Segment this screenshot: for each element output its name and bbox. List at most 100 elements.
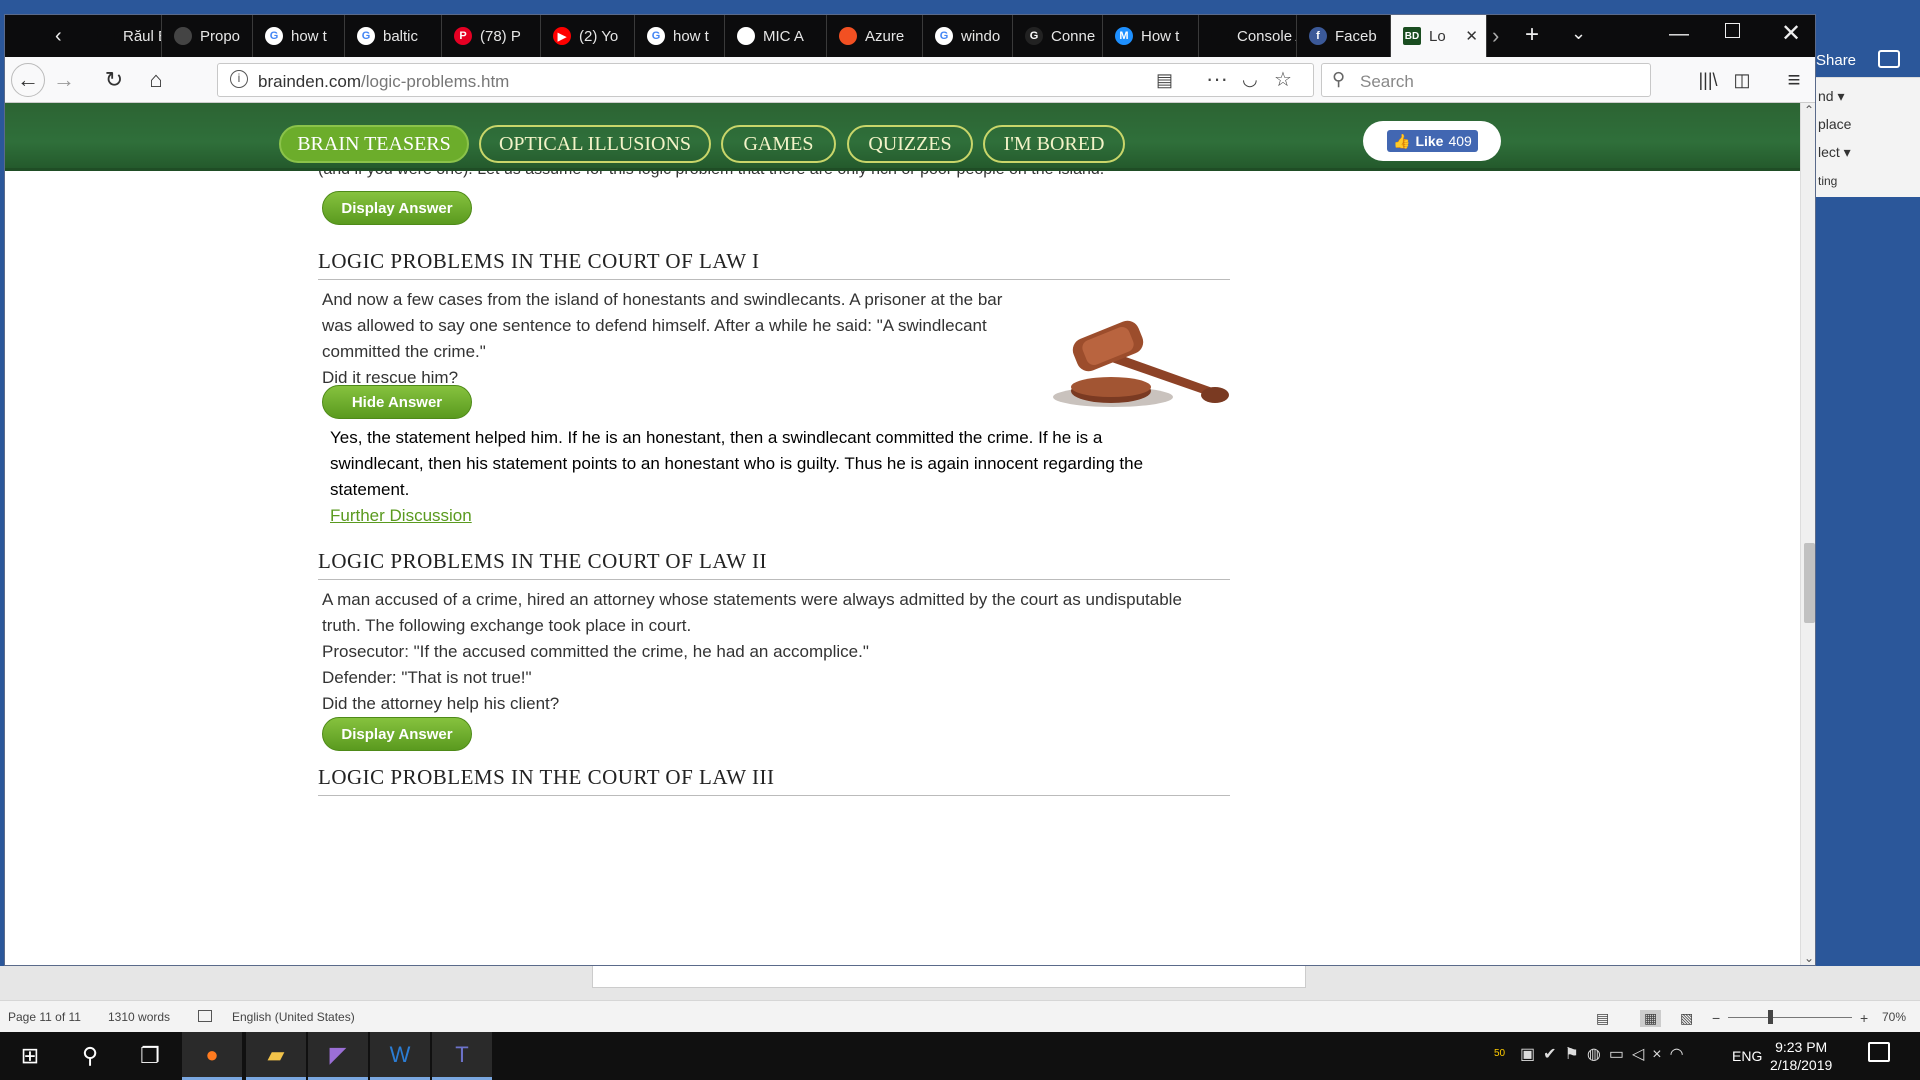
nav-im-bored[interactable]: I'M BORED <box>983 125 1125 163</box>
page-scrollbar[interactable]: ⌃ ⌄ <box>1800 103 1815 965</box>
zoom-out-button[interactable]: − <box>1712 1010 1720 1026</box>
site-info-icon[interactable]: i <box>230 70 248 88</box>
word-ribbon-item[interactable]: place <box>1818 116 1851 132</box>
file-explorer-icon[interactable]: ▰ <box>246 1032 306 1080</box>
browser-tab[interactable]: M How t <box>1103 15 1199 57</box>
nav-brain-teasers[interactable]: BRAIN TEASERS <box>279 125 469 163</box>
word-page <box>592 966 1306 988</box>
gavel-image <box>1053 320 1229 407</box>
scroll-down-icon[interactable]: ⌄ <box>1804 951 1814 965</box>
search-bar[interactable]: ⚲ Search <box>1321 63 1651 97</box>
sidebar-icon[interactable]: ◫ <box>1727 65 1757 95</box>
chevron-right-icon[interactable]: › <box>1492 23 1499 49</box>
language-status[interactable]: English (United States) <box>232 1010 355 1024</box>
scroll-up-icon[interactable]: ⌃ <box>1804 103 1814 117</box>
library-icon[interactable]: |||\ <box>1693 65 1723 95</box>
word-ribbon: nd ▾ place lect ▾ ting <box>1816 77 1920 197</box>
further-discussion-link[interactable]: Further Discussion <box>330 506 472 525</box>
nav-optical-illusions[interactable]: OPTICAL ILLUSIONS <box>479 125 711 163</box>
reload-icon[interactable]: ↻ <box>99 65 129 95</box>
word-share-button[interactable]: Share <box>1816 52 1856 69</box>
url-bar[interactable]: i brainden.com/logic-problems.htm ▤ ··· … <box>217 63 1314 97</box>
browser-tab[interactable]: G Conne <box>1013 15 1103 57</box>
reader-view-icon[interactable]: ▤ <box>1156 70 1173 91</box>
display-answer-button[interactable]: Display Answer <box>322 191 472 225</box>
tab-label: (78) P <box>480 27 521 45</box>
hide-answer-button[interactable]: Hide Answer <box>322 385 472 419</box>
nav-quizzes[interactable]: QUIZZES <box>847 125 973 163</box>
tab-label: how t <box>291 27 327 45</box>
comments-icon[interactable] <box>1878 50 1900 68</box>
minimize-icon[interactable]: — <box>1669 23 1689 46</box>
web-page: BRAIN TEASERS OPTICAL ILLUSIONS GAMES QU… <box>5 103 1800 965</box>
display-answer-button[interactable]: Display Answer <box>322 717 472 751</box>
forward-button[interactable]: → <box>49 65 79 95</box>
close-tab-icon[interactable]: ✕ <box>1465 27 1478 45</box>
browser-tab[interactable]: BD Lo ✕ <box>1391 15 1487 57</box>
url-text[interactable]: brainden.com/logic-problems.htm <box>258 72 509 92</box>
browser-tab[interactable]: Propo <box>162 15 253 57</box>
nav-games[interactable]: GAMES <box>721 125 836 163</box>
word-icon[interactable]: W <box>370 1032 430 1080</box>
read-mode-icon[interactable]: ▤ <box>1596 1010 1609 1027</box>
back-button[interactable]: ← <box>11 63 45 97</box>
zoom-slider[interactable] <box>1728 1017 1852 1018</box>
chevron-down-icon[interactable]: ⌄ <box>1571 23 1586 44</box>
browser-tab[interactable]: Ghow t <box>635 15 725 57</box>
action-center-icon[interactable] <box>1868 1042 1890 1062</box>
tab-label: Propo <box>200 27 241 45</box>
page-count[interactable]: Page 11 of 11 <box>8 1010 81 1024</box>
close-window-icon[interactable]: ✕ <box>1781 19 1801 48</box>
thumbs-up-icon: 👍 <box>1393 132 1411 149</box>
problem-line: Prosecutor: "If the accused committed th… <box>322 642 869 661</box>
system-tray-icons[interactable]: ▣✔⚑◍▭◁×◠ <box>1520 1044 1692 1064</box>
page-actions-icon[interactable]: ··· <box>1206 66 1228 92</box>
tab-label: Faceb <box>1335 27 1377 45</box>
problem-line: was allowed to say one sentence to defen… <box>322 316 987 335</box>
word-ribbon-item[interactable]: lect ▾ <box>1818 144 1851 161</box>
problem-text: A man accused of a crime, hired an attor… <box>322 587 1182 717</box>
chevron-left-icon[interactable]: ‹ <box>55 25 62 48</box>
browser-tab[interactable]: Azure <box>827 15 923 57</box>
browser-tab[interactable]: MIC A <box>725 15 827 57</box>
search-icon[interactable]: ⚲ <box>60 1032 120 1080</box>
menu-icon[interactable]: ≡ <box>1779 65 1809 95</box>
tab-label: how t <box>673 27 709 45</box>
browser-tab[interactable]: Gwindo <box>923 15 1013 57</box>
tab-label: Conne <box>1051 27 1096 45</box>
browser-tab[interactable]: Ghow t <box>253 15 345 57</box>
task-view-icon[interactable]: ❐ <box>120 1032 180 1080</box>
tab-favicon-icon: P <box>454 27 472 45</box>
home-icon[interactable]: ⌂ <box>141 65 171 95</box>
firefox-icon[interactable]: ● <box>182 1032 242 1080</box>
bookmark-star-icon[interactable]: ☆ <box>1274 67 1292 92</box>
browser-tab[interactable]: P (78) P <box>442 15 541 57</box>
teams-icon[interactable]: T <box>432 1032 492 1080</box>
web-layout-icon[interactable]: ▧ <box>1680 1010 1693 1027</box>
zoom-level[interactable]: 70% <box>1882 1010 1906 1024</box>
browser-tab[interactable]: f Faceb <box>1297 15 1391 57</box>
print-layout-icon[interactable]: ▦ <box>1640 1010 1662 1027</box>
browser-tab[interactable]: Gbaltic <box>345 15 442 57</box>
input-language[interactable]: ENG <box>1732 1048 1762 1064</box>
like-label: Like <box>1415 133 1444 149</box>
browser-tab[interactable]: ▶ (2) Yo <box>541 15 635 57</box>
zoom-in-button[interactable]: + <box>1860 1010 1868 1026</box>
facebook-like-button[interactable]: 👍 Like 409 <box>1387 130 1478 152</box>
problem-line: A man accused of a crime, hired an attor… <box>322 590 1182 609</box>
zoom-slider-thumb[interactable] <box>1768 1010 1773 1024</box>
clock[interactable]: 9:23 PM 2/18/2019 <box>1770 1038 1832 1074</box>
proofing-icon[interactable] <box>198 1010 212 1022</box>
word-ribbon-item[interactable]: nd ▾ <box>1818 88 1845 105</box>
word-count[interactable]: 1310 words <box>108 1010 170 1024</box>
problem-text: And now a few cases from the island of h… <box>322 287 1002 391</box>
new-tab-icon[interactable]: + <box>1525 21 1539 49</box>
browser-tab[interactable]: Console A <box>1199 15 1297 57</box>
visual-studio-icon[interactable]: ◤ <box>308 1032 368 1080</box>
browser-tab[interactable]: Răul E <box>85 15 162 57</box>
pocket-icon[interactable]: ◡ <box>1242 69 1258 90</box>
windows-taskbar: ⊞ ⚲ ❐ ● ▰ ◤ W T 50 ▣✔⚑◍▭◁×◠ ENG 9:23 PM … <box>0 1032 1920 1080</box>
windows-start-icon[interactable]: ⊞ <box>0 1032 60 1080</box>
maximize-icon[interactable] <box>1725 23 1740 38</box>
scrollbar-thumb[interactable] <box>1804 543 1815 623</box>
